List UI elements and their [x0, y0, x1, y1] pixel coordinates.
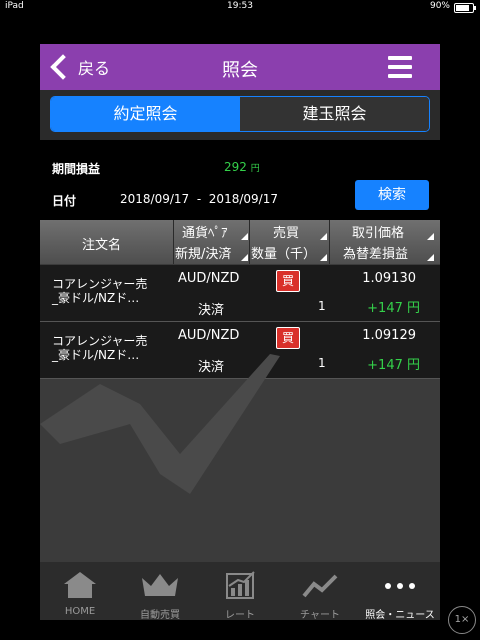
page-title: 照会 [222, 60, 258, 81]
more-dots-icon [385, 583, 415, 589]
search-button[interactable]: 検索 [355, 180, 429, 210]
date-from[interactable]: 2018/09/17 [120, 192, 189, 206]
segment-bar: 約定照会 建玉照会 [40, 90, 440, 140]
trade-price: 1.09130 [362, 271, 416, 286]
period-pnl-value: 292 円 [224, 160, 260, 174]
tab-auto-trade[interactable]: 自動売買 [120, 562, 200, 620]
col-currency-pair[interactable]: 通貨ﾍﾟｱ [182, 222, 228, 241]
clock: 19:53 [227, 1, 253, 11]
sort-triangle-icon [320, 254, 327, 261]
sort-triangle-icon [241, 233, 248, 240]
tab-rate[interactable]: レート [200, 562, 280, 620]
period-pnl-label: 期間損益 [52, 162, 101, 176]
table-header: 注文名 通貨ﾍﾟｱ 新規/決済 売買 数量（千） 取引価格 為替差損益 [40, 220, 440, 264]
filter-panel: 期間損益 292 円 日付 2018/09/17 - 2018/09/17 検索 [40, 140, 440, 220]
crown-icon [142, 574, 178, 596]
col-new-settle[interactable]: 新規/決済 [175, 243, 231, 262]
col-order-name: 注文名 [82, 238, 122, 253]
currency-pair: AUD/NZD [178, 328, 240, 343]
home-icon [64, 572, 96, 598]
hamburger-menu-icon[interactable] [388, 56, 412, 78]
sort-triangle-icon [427, 254, 434, 261]
tab-home[interactable]: HOME [40, 562, 120, 620]
battery-percent: 90% [429, 1, 450, 11]
col-side[interactable]: 売買 [273, 222, 299, 241]
rate-chart-icon [226, 571, 255, 599]
zoom-button[interactable]: 1× [448, 606, 476, 634]
currency-pair: AUD/NZD [178, 271, 240, 286]
line-chart-icon [302, 574, 338, 598]
col-quantity[interactable]: 数量（千） [251, 243, 316, 262]
trade-type: 決済 [198, 303, 225, 318]
bottom-tab-bar: HOME 自動売買 レート チャート 照会・ニュース [40, 562, 440, 620]
sort-triangle-icon [241, 254, 248, 261]
col-fx-pl[interactable]: 為替差損益 [343, 243, 408, 262]
sort-triangle-icon [427, 233, 434, 240]
tab-position-inquiry[interactable]: 建玉照会 [240, 97, 429, 131]
quantity: 1 [318, 299, 326, 313]
battery-icon [454, 3, 476, 13]
table-row[interactable]: コアレンジャー売 _豪ドル/NZド… AUD/NZD 買 1.09130 決済 1… [40, 265, 440, 322]
buy-badge: 買 [276, 270, 300, 292]
order-name: コアレンジャー売 _豪ドル/NZド… [52, 277, 148, 305]
sort-triangle-icon [320, 233, 327, 240]
date-to[interactable]: 2018/09/17 [209, 192, 278, 206]
nav-bar: 戻る 照会 [40, 44, 440, 90]
status-bar: iPad 19:53 90% [0, 0, 480, 14]
trade-price: 1.09129 [362, 328, 416, 343]
tab-chart[interactable]: チャート [280, 562, 360, 620]
segmented-control: 約定照会 建玉照会 [50, 96, 430, 132]
col-trade-price[interactable]: 取引価格 [352, 222, 404, 241]
date-label: 日付 [52, 194, 77, 208]
fx-pl: +147 円 [367, 301, 420, 316]
app-window: 戻る 照会 約定照会 建玉照会 期間損益 292 円 日付 2018/09/17… [40, 44, 440, 620]
tab-inquiry-news[interactable]: 照会・ニュース [360, 562, 440, 620]
tab-execution-inquiry[interactable]: 約定照会 [51, 97, 240, 131]
watermark-logo-icon [40, 354, 280, 494]
date-range[interactable]: 2018/09/17 - 2018/09/17 [120, 192, 278, 206]
